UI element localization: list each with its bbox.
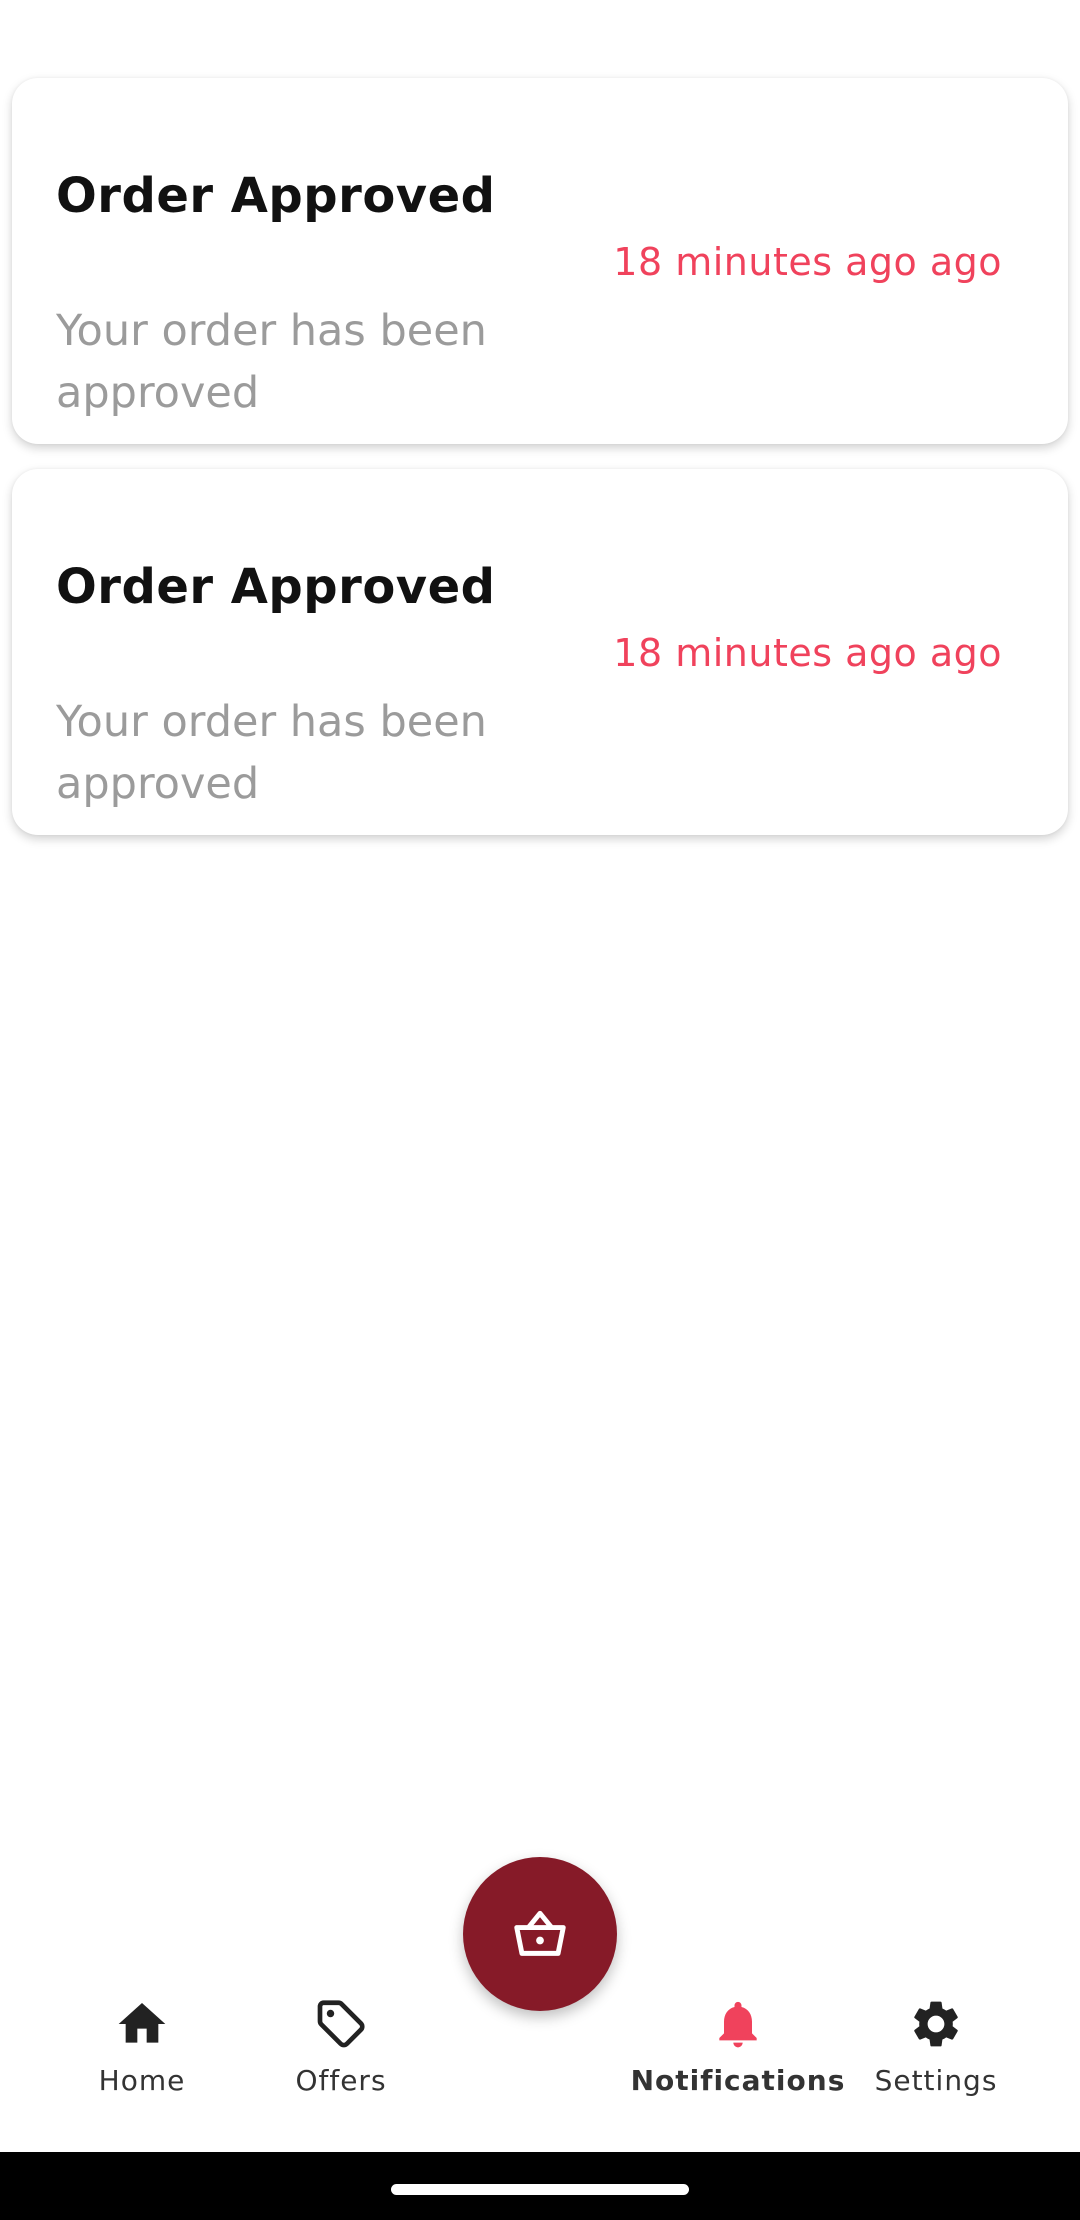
nav-label-notifications: Notifications [630, 2064, 846, 2097]
notification-card[interactable]: Order Approved 18 minutes ago ago Your o… [12, 78, 1068, 444]
home-indicator[interactable] [391, 2184, 689, 2195]
nav-label-offers: Offers [295, 2064, 387, 2097]
system-navigation-bar [0, 2152, 1080, 2220]
gear-icon [906, 1994, 966, 2054]
nav-label-settings: Settings [874, 2064, 998, 2097]
notification-title: Order Approved [56, 559, 496, 615]
nav-item-home[interactable]: Home [52, 1970, 232, 2100]
tag-icon [311, 1994, 371, 2054]
home-icon [112, 1994, 172, 2054]
notification-time: 18 minutes ago ago [613, 631, 1002, 675]
nav-item-notifications[interactable]: Notifications [631, 1970, 844, 2100]
notification-body: Your order has been approved [56, 697, 487, 809]
nav-item-settings[interactable]: Settings [846, 1970, 1026, 2100]
notification-body: Your order has been approved [56, 306, 487, 418]
nav-item-offers[interactable]: Offers [251, 1970, 431, 2100]
bell-icon [708, 1994, 768, 2054]
bottom-navigation: Home Offers Notifications Settings [0, 1970, 1080, 2152]
notification-time: 18 minutes ago ago [613, 240, 1002, 284]
notification-card[interactable]: Order Approved 18 minutes ago ago Your o… [12, 469, 1068, 835]
notification-title: Order Approved [56, 168, 496, 224]
basket-icon [514, 1910, 566, 1956]
nav-label-home: Home [98, 2064, 186, 2097]
